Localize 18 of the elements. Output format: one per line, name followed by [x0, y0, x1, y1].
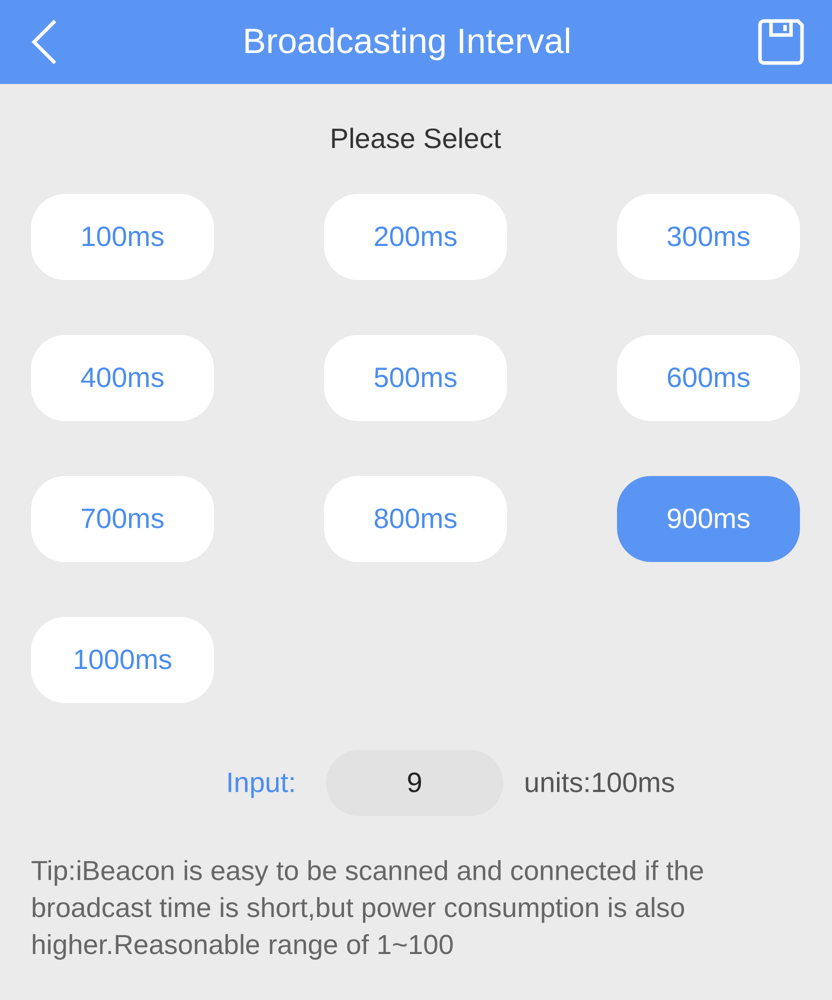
- units-label: units:100ms: [524, 767, 675, 799]
- interval-option[interactable]: 900ms: [617, 476, 800, 562]
- tip-text: Tip:iBeacon is easy to be scanned and connected if the broadcast time is short,but power consumption is also higher.Reasonable range of 1~100: [31, 854, 706, 962]
- input-label: Input:: [226, 767, 298, 799]
- interval-option[interactable]: 600ms: [617, 335, 800, 421]
- interval-option[interactable]: 400ms: [31, 335, 214, 421]
- prompt-text: Please Select: [330, 122, 502, 156]
- interval-option[interactable]: 200ms: [324, 194, 507, 280]
- interval-option[interactable]: 500ms: [324, 335, 507, 421]
- interval-option[interactable]: 700ms: [31, 476, 214, 562]
- interval-option[interactable]: 1000ms: [31, 617, 214, 703]
- interval-option[interactable]: 800ms: [324, 476, 507, 562]
- save-icon[interactable]: [756, 17, 806, 67]
- interval-option[interactable]: 100ms: [31, 194, 214, 280]
- back-icon[interactable]: [30, 19, 58, 65]
- interval-option[interactable]: 300ms: [617, 194, 800, 280]
- page-title: Broadcasting Interval: [242, 22, 572, 62]
- interval-input[interactable]: 9: [326, 750, 503, 816]
